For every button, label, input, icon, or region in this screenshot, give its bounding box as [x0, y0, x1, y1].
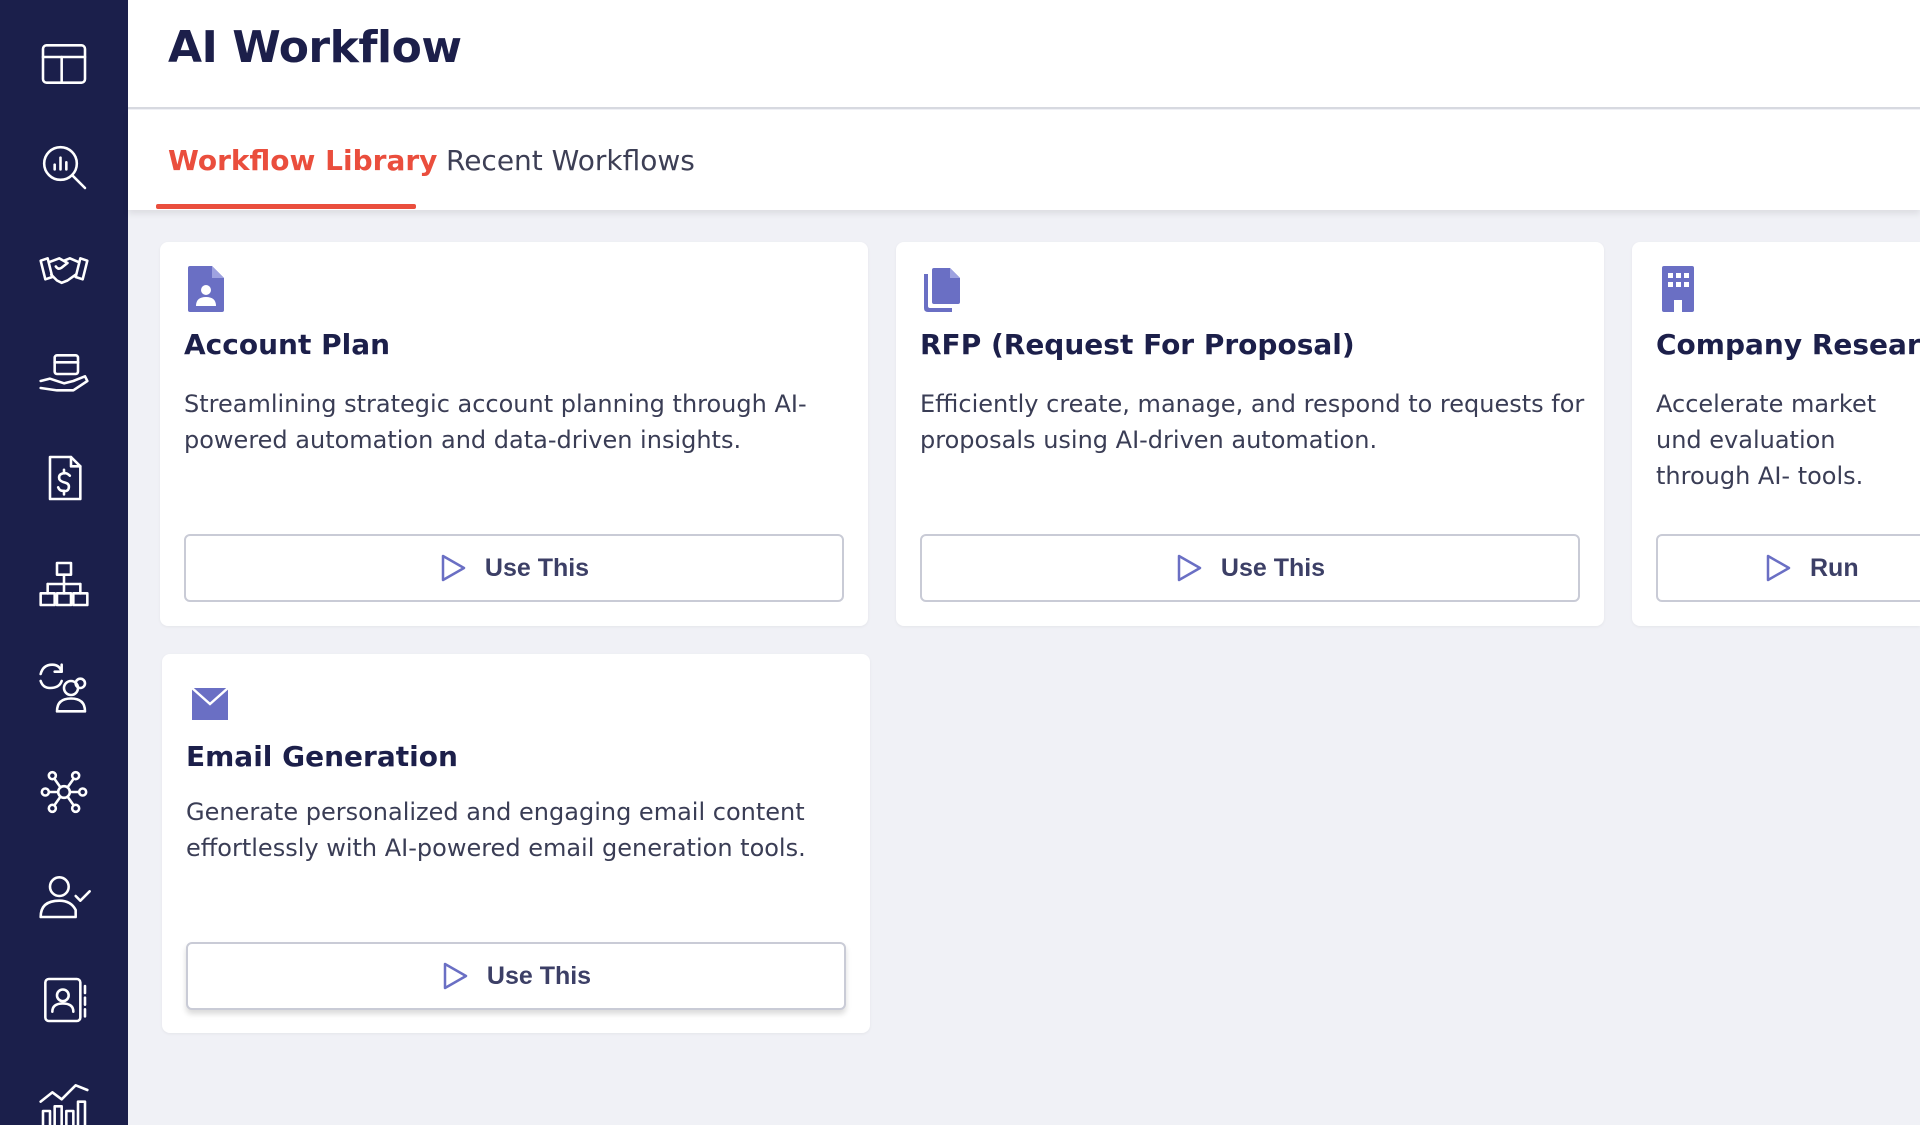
analytics-search-icon[interactable]: [30, 133, 98, 201]
contact-book-icon[interactable]: [30, 966, 98, 1034]
card-title: RFP (Request For Proposal): [920, 328, 1355, 361]
layout-icon[interactable]: [30, 30, 98, 98]
play-icon: [441, 554, 466, 582]
play-icon: [1766, 554, 1791, 582]
header: AI Workflow: [128, 0, 1920, 109]
tab-bar: Workflow Library Recent Workflows: [128, 110, 1920, 210]
workflow-card-rfp: RFP (Request For Proposal) Efficiently c…: [896, 242, 1604, 626]
files-copy-icon: [924, 268, 960, 312]
button-label: Use This: [484, 553, 590, 582]
building-icon: [1662, 266, 1694, 312]
active-tab-indicator: [156, 204, 416, 209]
account-document-icon: [188, 266, 224, 312]
use-this-button[interactable]: Use This: [186, 942, 846, 1010]
play-icon: [443, 962, 468, 990]
tab-workflow-library[interactable]: Workflow Library: [168, 110, 437, 210]
card-description: Efficiently create, manage, and respond …: [920, 390, 1585, 454]
workflow-card-email-generation: Email Generation Generate personalized a…: [162, 654, 870, 1033]
card-description: Accelerate market und evaluation through…: [1656, 390, 1877, 490]
chart-growth-icon[interactable]: [30, 1070, 98, 1125]
hand-box-icon[interactable]: [30, 340, 98, 408]
button-label: Use This: [486, 961, 592, 990]
use-this-button[interactable]: Use This: [920, 534, 1580, 602]
network-icon[interactable]: [30, 758, 98, 826]
org-chart-icon[interactable]: [30, 550, 98, 618]
tab-recent-workflows[interactable]: Recent Workflows: [446, 110, 695, 210]
card-title: Email Generation: [186, 740, 458, 773]
play-icon: [1177, 554, 1202, 582]
button-label: Run: [1810, 553, 1859, 582]
card-description: Generate personalized and engaging email…: [186, 798, 806, 862]
sidebar: [0, 0, 128, 1125]
use-this-button[interactable]: Use This: [184, 534, 844, 602]
run-button[interactable]: Run: [1656, 534, 1920, 602]
button-label: Use This: [1220, 553, 1326, 582]
card-title: Company Researc: [1656, 328, 1920, 361]
user-sync-icon[interactable]: [30, 654, 98, 722]
workflow-card-company-research: Company Researc Accelerate market und ev…: [1632, 242, 1920, 626]
envelope-icon: [191, 687, 229, 720]
user-check-icon[interactable]: [30, 862, 98, 930]
card-description: Streamlining strategic account planning …: [184, 390, 807, 454]
handshake-icon[interactable]: [30, 236, 98, 304]
invoice-dollar-icon[interactable]: [30, 444, 98, 512]
page-title: AI Workflow: [168, 22, 462, 73]
workflow-card-account-plan: Account Plan Streamlining strategic acco…: [160, 242, 868, 626]
card-title: Account Plan: [184, 328, 391, 361]
